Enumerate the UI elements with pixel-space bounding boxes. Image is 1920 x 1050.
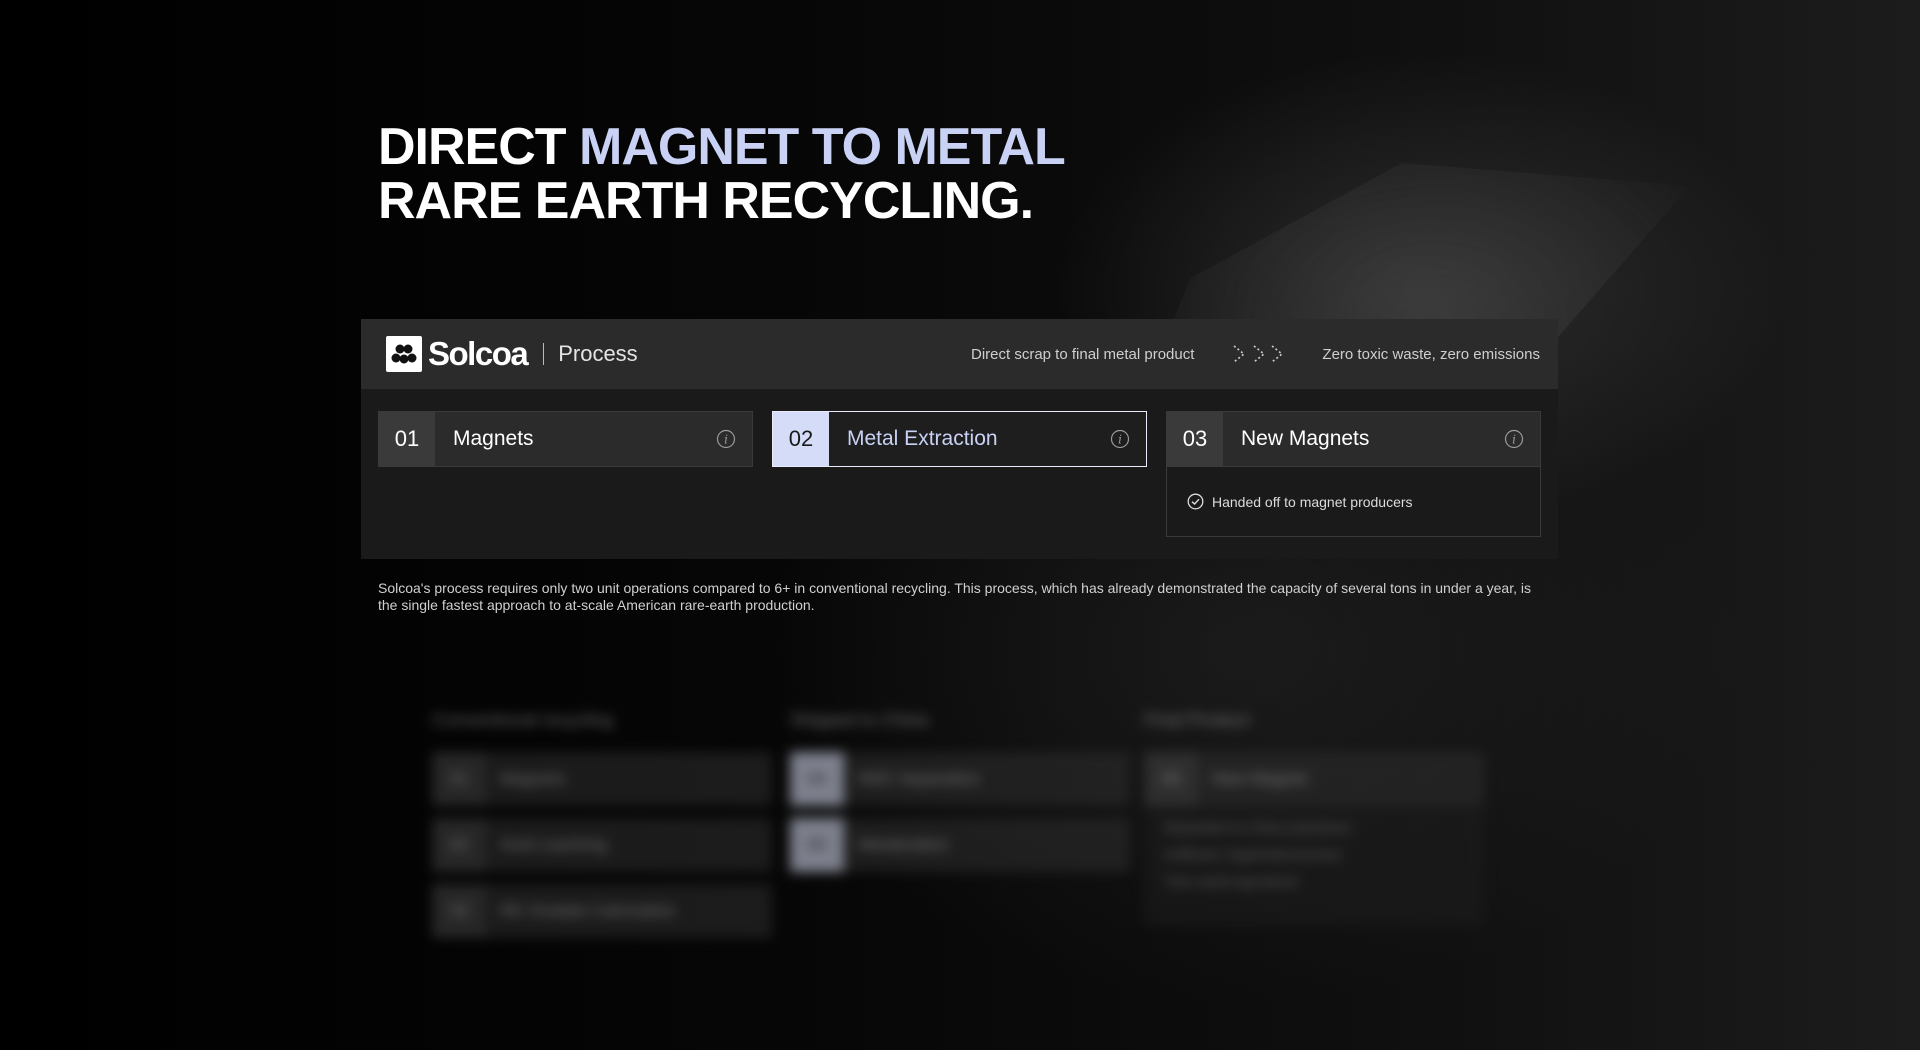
check-circle-icon	[1187, 493, 1204, 510]
shipped-column: Shipped to China 04 REE Separation 05 Meta…	[790, 700, 1130, 872]
hero-line1-accent: MAGNET TO METAL	[579, 118, 1066, 176]
panel-header: Solcoa Process Direct scrap to final met…	[361, 319, 1558, 389]
detail-item: Inefficient, fragmented process	[1164, 847, 1342, 862]
step-new-magnets[interactable]: 03 New Magnets i Handed off to magnet pr…	[1166, 411, 1541, 537]
row-number: 01	[432, 752, 486, 806]
info-icon[interactable]: i	[1110, 429, 1130, 449]
step-label: Metal Extraction	[847, 427, 998, 450]
row-number: 05	[790, 818, 844, 872]
step-header[interactable]: 02 Metal Extraction i	[772, 411, 1147, 467]
conventional-process-preview: Conventional recycling 01 Magnets 02 Acid …	[432, 700, 1492, 950]
conventional-column: Conventional recycling 01 Magnets 02 Acid …	[432, 700, 772, 938]
solcoa-logo-icon	[386, 336, 422, 372]
step-header[interactable]: 03 New Magnets i	[1166, 411, 1541, 467]
table-row: 05 Metalization	[790, 818, 1130, 872]
final-product-column: Final Product 06 New Magnet Dependent on …	[1144, 700, 1484, 926]
chevron-arrows-icon	[1232, 344, 1284, 364]
row-number: 03	[432, 884, 486, 938]
column-title: Conventional recycling	[432, 709, 614, 730]
hero-line2: RARE EARTH RECYCLING.	[378, 172, 1034, 230]
final-product-details: Dependent on China (sanctions) Inefficie…	[1144, 806, 1484, 926]
detail-item: Toxic waste byproducts	[1164, 874, 1299, 889]
table-row: 06 New Magnet	[1144, 752, 1484, 806]
row-label: Magnets	[500, 769, 566, 788]
header-taglines: Direct scrap to final metal product Zero…	[971, 344, 1540, 364]
row-number: 04	[790, 752, 844, 806]
brand-name: Solcoa	[428, 335, 529, 372]
row-label: RE Oxalate Calcination	[500, 901, 676, 920]
tagline-right: Zero toxic waste, zero emissions	[1322, 345, 1540, 363]
svg-text:i: i	[1118, 433, 1122, 447]
row-number: 02	[432, 818, 486, 872]
process-panel: Solcoa Process Direct scrap to final met…	[361, 319, 1558, 559]
step-detail: Handed off to magnet producers	[1166, 467, 1541, 537]
table-row: 02 Acid Leaching	[432, 818, 772, 872]
svg-text:i: i	[724, 433, 728, 447]
row-label: New Magnet	[1212, 769, 1308, 788]
info-icon[interactable]: i	[1504, 429, 1524, 449]
brand-logo[interactable]: Solcoa	[386, 335, 529, 373]
row-number: 06	[1144, 752, 1198, 806]
header-divider	[543, 343, 545, 365]
hero-line1-prefix: DIRECT	[378, 118, 579, 176]
step-metal-extraction[interactable]: 02 Metal Extraction i	[772, 411, 1147, 537]
info-icon[interactable]: i	[716, 429, 736, 449]
step-label: Magnets	[453, 427, 534, 450]
step-magnets[interactable]: 01 Magnets i	[378, 411, 753, 537]
row-label: Acid Leaching	[500, 835, 607, 854]
step-number: 03	[1167, 412, 1223, 466]
table-row: 03 RE Oxalate Calcination	[432, 884, 772, 938]
step-header[interactable]: 01 Magnets i	[378, 411, 753, 467]
step-detail-text: Handed off to magnet producers	[1212, 493, 1413, 510]
step-label: New Magnets	[1241, 427, 1370, 450]
step-number: 02	[773, 412, 829, 466]
column-title: Final Product	[1144, 709, 1251, 730]
process-steps: 01 Magnets i 02 Metal Extraction i 03 Ne…	[361, 389, 1558, 537]
step-number: 01	[379, 412, 435, 466]
section-title: Process	[558, 341, 638, 366]
detail-item: Dependent on China (sanctions)	[1164, 820, 1351, 835]
row-label: REE Separation	[858, 769, 980, 788]
svg-text:i: i	[1512, 433, 1516, 447]
hero-heading: DIRECT MAGNET TO METAL RARE EARTH RECYCL…	[378, 118, 1066, 230]
column-title: Shipped to China	[790, 709, 929, 730]
process-description: Solcoa's process requires only two unit …	[378, 580, 1531, 613]
tagline-left: Direct scrap to final metal product	[970, 345, 1195, 363]
table-row: 04 REE Separation	[790, 752, 1130, 806]
table-row: 01 Magnets	[432, 752, 772, 806]
row-label: Metalization	[858, 835, 949, 854]
